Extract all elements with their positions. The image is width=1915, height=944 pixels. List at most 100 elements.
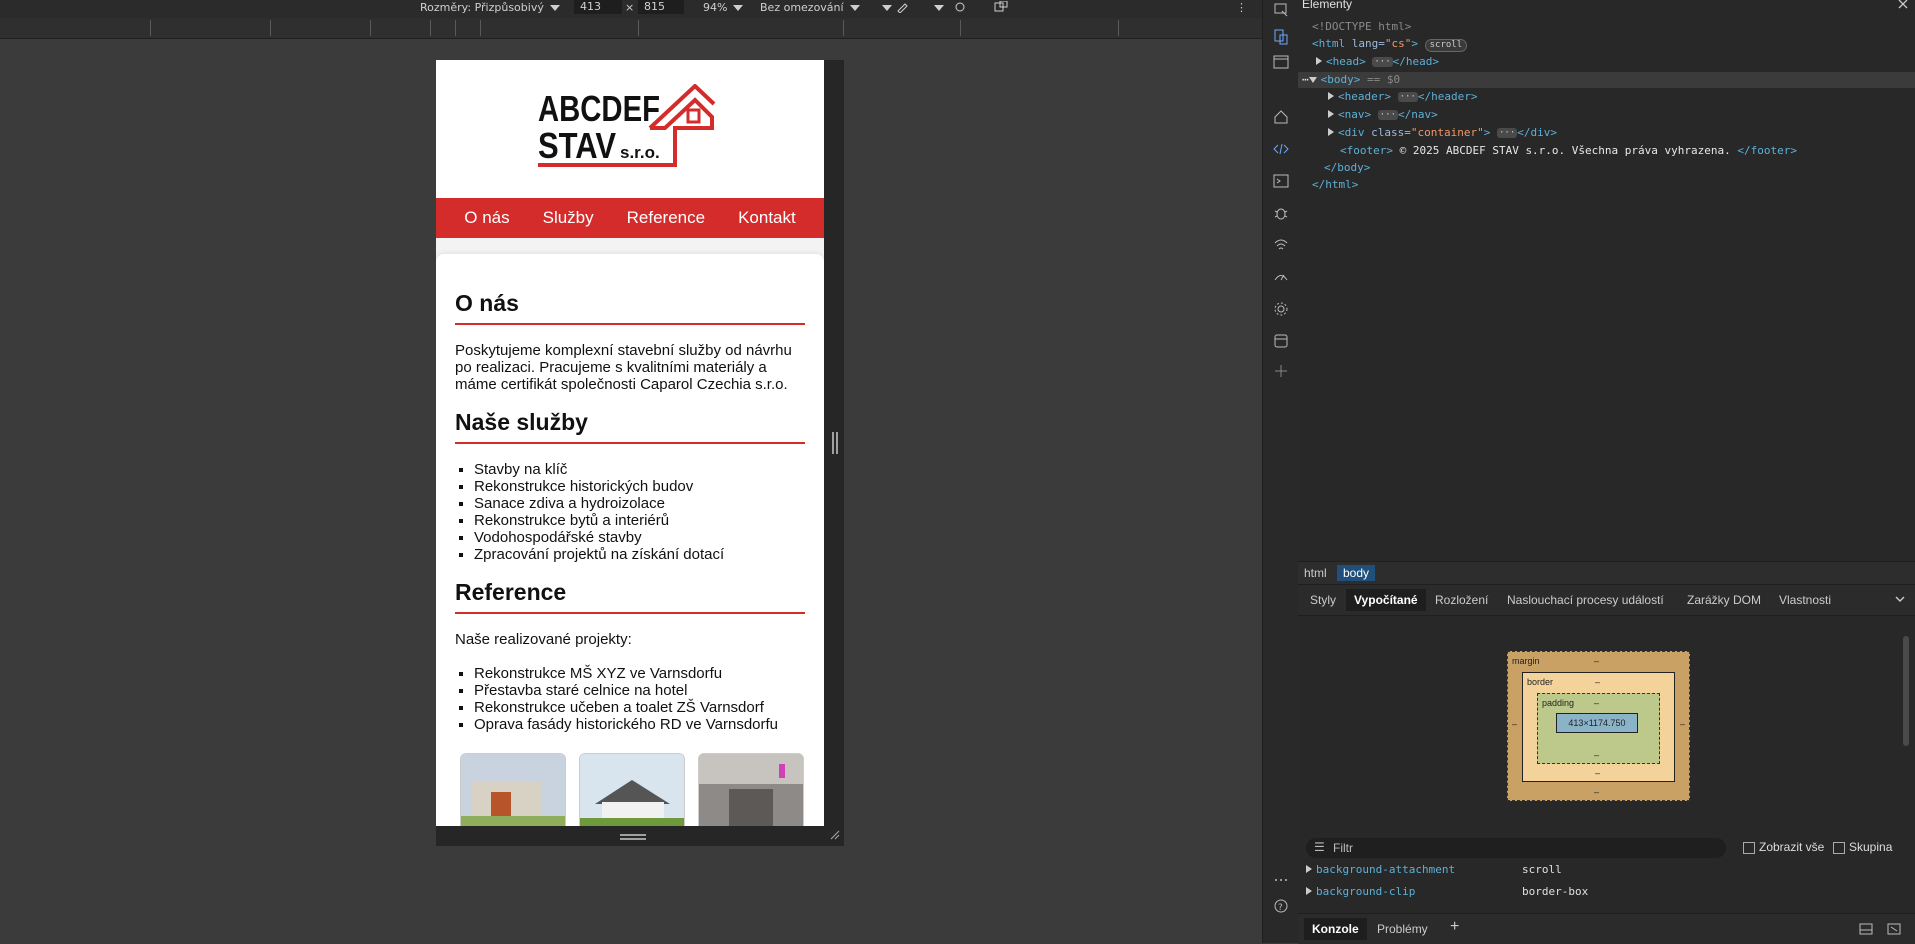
expand-arrow-icon[interactable] xyxy=(1306,865,1312,873)
expand-arrow-icon[interactable] xyxy=(1306,887,1312,895)
scroll-badge[interactable]: scroll xyxy=(1424,39,1468,52)
nav-link-reference[interactable]: Reference xyxy=(627,208,705,228)
tab-computed[interactable]: Vypočítané xyxy=(1346,589,1426,611)
resize-corner-icon[interactable] xyxy=(830,830,840,840)
pen-icon[interactable] xyxy=(896,1,910,16)
breadcrumb-html[interactable]: html xyxy=(1298,565,1333,581)
bug-icon[interactable] xyxy=(1273,205,1289,221)
breadcrumb-body[interactable]: body xyxy=(1337,565,1376,581)
rotate-icon[interactable] xyxy=(953,1,967,16)
sensors-dropdown[interactable] xyxy=(928,1,944,14)
reference-photo-school[interactable] xyxy=(460,753,566,826)
property-name: background-clip xyxy=(1316,885,1416,898)
show-all-checkbox[interactable]: Zobrazit vše xyxy=(1743,840,1824,854)
media-query-ruler[interactable] xyxy=(0,18,1262,39)
dom-html-close[interactable]: </html> xyxy=(1312,178,1358,191)
dom-doctype[interactable]: <!DOCTYPE html> xyxy=(1312,20,1411,33)
reference-photo-interior[interactable] xyxy=(698,753,804,826)
expand-arrow-icon[interactable] xyxy=(1328,92,1334,100)
ellipsis-badge[interactable]: ··· xyxy=(1377,110,1399,120)
computed-property-row[interactable]: background-clip border-box xyxy=(1306,885,1588,898)
ellipsis-badge[interactable]: ··· xyxy=(1372,57,1393,67)
add-drawer-tab-button[interactable]: + xyxy=(1450,918,1459,936)
more-options-icon[interactable]: ⋮ xyxy=(1236,1,1247,14)
close-drawer-icon[interactable] xyxy=(1887,923,1901,935)
nav-link-kontakt[interactable]: Kontakt xyxy=(738,208,796,228)
expand-arrow-icon[interactable] xyxy=(1328,128,1334,136)
application-icon[interactable] xyxy=(1273,333,1289,349)
device-mode-icon[interactable] xyxy=(994,0,1008,16)
device-toggle-icon[interactable] xyxy=(1273,29,1289,45)
tab-styles[interactable]: Styly xyxy=(1310,593,1336,607)
content-container: O nás Poskytujeme komplexní stavební slu… xyxy=(436,254,824,826)
list-item: Rekonstrukce historických budov xyxy=(474,478,805,495)
scrollbar-thumb[interactable] xyxy=(1903,636,1909,746)
tab-layout[interactable]: Rozložení xyxy=(1435,593,1488,607)
chevron-down-icon[interactable] xyxy=(1895,596,1905,604)
ruler-tick xyxy=(270,20,271,36)
performance-icon[interactable] xyxy=(1273,269,1289,285)
save-data-dropdown[interactable] xyxy=(876,1,892,14)
inspect-icon[interactable] xyxy=(1273,2,1289,18)
styles-tabs: Styly Vypočítané Rozložení Naslouchací p… xyxy=(1298,584,1915,616)
dimensions-label: Rozměry: Přizpůsobivý xyxy=(420,1,544,14)
expand-arrow-icon[interactable] xyxy=(1316,57,1322,65)
nav-link-sluzby[interactable]: Služby xyxy=(543,208,594,228)
dom-header[interactable]: <header> ··· </header> xyxy=(1328,90,1477,103)
dom-footer[interactable]: <footer> © 2025 ABCDEF STAV s.r.o. Všech… xyxy=(1340,144,1797,157)
collapse-arrow-icon[interactable] xyxy=(1308,77,1317,83)
chevron-down-icon xyxy=(733,5,744,11)
network-icon[interactable] xyxy=(1273,237,1289,253)
tab-issues[interactable]: Problémy xyxy=(1377,922,1428,936)
dom-body[interactable]: ⋯ <body> == $0 xyxy=(1302,73,1400,86)
list-item: Oprava fasády historického RD ve Varnsdo… xyxy=(474,716,805,733)
margin-bottom-value: – xyxy=(1594,787,1600,797)
svg-text:?: ? xyxy=(1278,903,1283,913)
ruler-tick xyxy=(1118,20,1119,36)
ellipsis-badge[interactable]: ··· xyxy=(1397,92,1418,102)
height-input[interactable]: 815 xyxy=(638,0,684,14)
throttle-dropdown[interactable]: Bez omezování xyxy=(760,1,860,14)
tab-dom-breakpoints[interactable]: Zarážky DOM xyxy=(1687,593,1761,607)
add-tool-icon[interactable] xyxy=(1273,363,1289,379)
dom-body-close[interactable]: </body> xyxy=(1324,161,1370,174)
ellipsis-badge[interactable]: ··· xyxy=(1496,128,1518,138)
close-icon[interactable] xyxy=(1897,0,1909,10)
group-checkbox[interactable]: Skupina xyxy=(1833,840,1892,854)
dom-html[interactable]: <html lang="cs"> scroll xyxy=(1312,37,1468,52)
dom-div-container[interactable]: <div class="container"> ··· </div> xyxy=(1328,126,1557,139)
logo-line2: STAV xyxy=(538,125,616,166)
tab-console[interactable]: Konzole xyxy=(1304,918,1367,940)
site-logo[interactable]: ABCDEF STAV s.r.o. xyxy=(538,83,722,184)
node-menu-dots[interactable]: ⋯ xyxy=(1302,73,1309,86)
nav-close-tag: </nav> xyxy=(1398,108,1438,121)
tab-properties[interactable]: Vlastnosti xyxy=(1779,593,1831,607)
width-input[interactable]: 413 xyxy=(574,0,622,14)
filter-input[interactable]: ☰ Filtr xyxy=(1306,838,1726,858)
footer-text: © 2025 ABCDEF STAV s.r.o. Všechna práva … xyxy=(1399,144,1731,157)
help-icon[interactable]: ? xyxy=(1273,898,1289,914)
computed-property-row[interactable]: background-attachment scroll xyxy=(1306,863,1562,876)
list-item: Rekonstrukce učeben a toalet ZŠ Varnsdor… xyxy=(474,699,805,716)
more-tools-icon[interactable] xyxy=(1273,872,1289,888)
window-icon[interactable] xyxy=(1273,54,1289,70)
resize-handle-bottom[interactable] xyxy=(436,826,844,846)
nav-link-o-nas[interactable]: O nás xyxy=(464,208,509,228)
reference-photo-house[interactable] xyxy=(579,753,685,826)
list-item: Rekonstrukce bytů a interiérů xyxy=(474,512,805,529)
reference-intro: Naše realizované projekty: xyxy=(455,631,632,648)
dom-head[interactable]: <head> ··· </head> xyxy=(1316,55,1439,68)
settings-gear-icon[interactable] xyxy=(1273,301,1289,317)
console-icon[interactable] xyxy=(1273,173,1289,189)
tab-event-listeners[interactable]: Naslouchací procesy událostí xyxy=(1507,593,1664,607)
dock-icon[interactable] xyxy=(1859,923,1873,935)
dimensions-dropdown[interactable]: Rozměry: Přizpůsobivý xyxy=(420,1,560,14)
dom-nav[interactable]: <nav> ··· </nav> xyxy=(1328,108,1438,121)
class-attr: class xyxy=(1371,126,1405,139)
home-icon[interactable] xyxy=(1273,109,1289,125)
border-label: border xyxy=(1527,677,1554,687)
resize-handle-right[interactable] xyxy=(824,60,844,826)
zoom-dropdown[interactable]: 94% xyxy=(703,1,744,14)
elements-icon[interactable] xyxy=(1273,141,1289,157)
expand-arrow-icon[interactable] xyxy=(1328,110,1334,118)
